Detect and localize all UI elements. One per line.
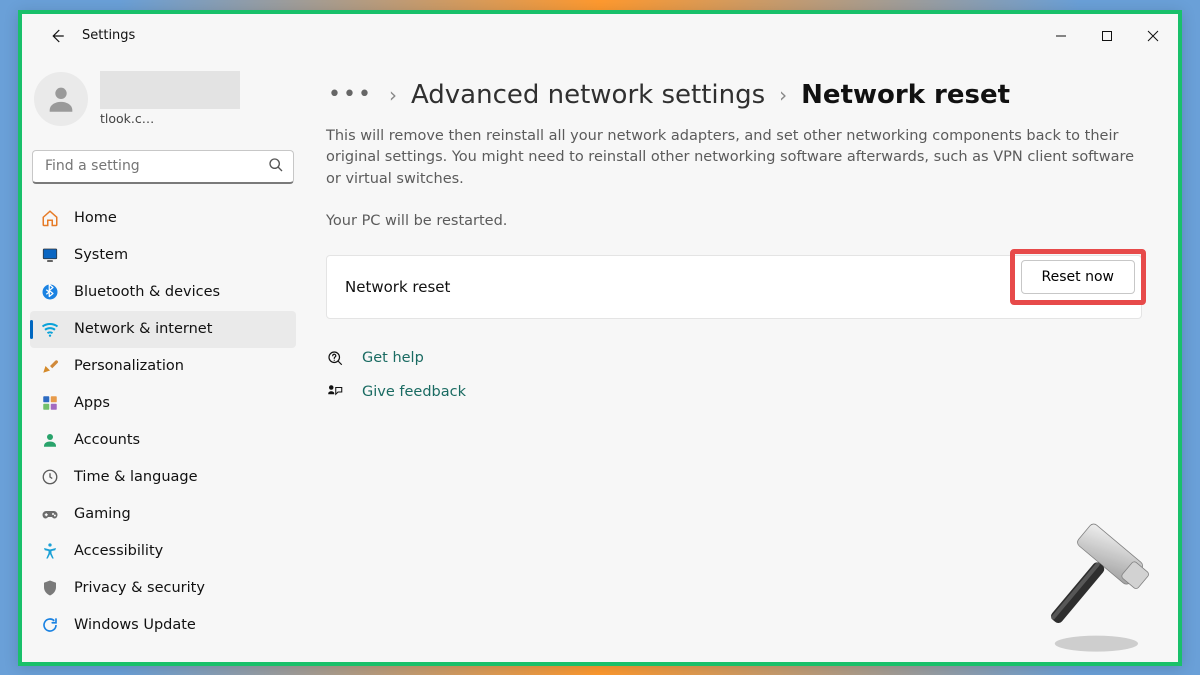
- close-icon: [1147, 30, 1159, 42]
- breadcrumb-current: Network reset: [801, 80, 1010, 110]
- breadcrumb-item-previous[interactable]: Advanced network settings: [411, 80, 765, 110]
- sidebar-item-label: Accounts: [74, 432, 140, 448]
- sidebar-item-label: Time & language: [74, 469, 198, 485]
- chevron-right-icon: ›: [389, 83, 397, 107]
- maximize-button[interactable]: [1084, 21, 1130, 51]
- window-title: Settings: [82, 28, 135, 43]
- windows-update-icon: [40, 615, 60, 635]
- wifi-icon: [40, 319, 60, 339]
- sidebar-nav: Home System Bluetooth & devices Network & i…: [30, 200, 296, 644]
- apps-icon: [40, 393, 60, 413]
- search-wrap: [32, 150, 294, 184]
- sidebar-item-accounts[interactable]: Accounts: [30, 422, 296, 459]
- get-help-link[interactable]: Get help: [362, 350, 424, 366]
- description-text: This will remove then reinstall all your…: [326, 126, 1142, 191]
- profile-name-redacted: [100, 71, 240, 109]
- gaming-icon: [40, 504, 60, 524]
- sidebar-item-label: Accessibility: [74, 543, 163, 559]
- person-icon: [44, 82, 78, 116]
- sidebar-item-apps[interactable]: Apps: [30, 385, 296, 422]
- feedback-icon: [326, 383, 344, 401]
- back-button[interactable]: [46, 25, 68, 47]
- accessibility-icon: [40, 541, 60, 561]
- sidebar-item-personalization[interactable]: Personalization: [30, 348, 296, 385]
- sidebar-item-label: Personalization: [74, 358, 184, 374]
- avatar: [34, 72, 88, 126]
- personalization-icon: [40, 356, 60, 376]
- sidebar-item-bluetooth-devices[interactable]: Bluetooth & devices: [30, 274, 296, 311]
- sidebar-item-privacy-security[interactable]: Privacy & security: [30, 570, 296, 607]
- sidebar-item-label: Network & internet: [74, 321, 212, 337]
- profile-email: tlook.c…: [100, 111, 240, 126]
- profile-block[interactable]: tlook.c…: [30, 66, 296, 144]
- time-language-icon: [40, 467, 60, 487]
- reset-button-highlight: Reset now: [1010, 249, 1146, 305]
- chevron-right-icon: ›: [779, 83, 787, 107]
- sidebar-item-label: System: [74, 247, 128, 263]
- privacy-icon: [40, 578, 60, 598]
- maximize-icon: [1101, 30, 1113, 42]
- system-icon: [40, 245, 60, 265]
- card-title: Network reset: [345, 278, 450, 296]
- back-arrow-icon: [48, 27, 66, 45]
- home-icon: [40, 208, 60, 228]
- restart-note: Your PC will be restarted.: [326, 211, 1142, 233]
- sidebar-item-label: Home: [74, 210, 117, 226]
- breadcrumb-more-button[interactable]: •••: [326, 82, 375, 107]
- page-description: This will remove then reinstall all your…: [326, 126, 1142, 233]
- sidebar-item-label: Privacy & security: [74, 580, 205, 596]
- give-feedback-link[interactable]: Give feedback: [362, 384, 466, 400]
- sidebar-item-windows-update[interactable]: Windows Update: [30, 607, 296, 644]
- settings-window: Settings tlook.c…: [18, 10, 1182, 666]
- minimize-icon: [1055, 30, 1067, 42]
- sidebar-item-network-internet[interactable]: Network & internet: [30, 311, 296, 348]
- close-button[interactable]: [1130, 21, 1176, 51]
- reset-now-button[interactable]: Reset now: [1021, 260, 1135, 294]
- bluetooth-icon: [40, 282, 60, 302]
- sidebar-item-label: Windows Update: [74, 617, 196, 633]
- feedback-link-row: Give feedback: [326, 383, 1142, 401]
- titlebar: Settings: [22, 14, 1178, 58]
- sidebar-item-home[interactable]: Home: [30, 200, 296, 237]
- support-links: Get help Give feedback: [326, 349, 1142, 401]
- sidebar-item-accessibility[interactable]: Accessibility: [30, 533, 296, 570]
- search-input[interactable]: [32, 150, 294, 184]
- help-link-row: Get help: [326, 349, 1142, 367]
- sidebar-item-label: Gaming: [74, 506, 131, 522]
- sidebar-item-label: Apps: [74, 395, 110, 411]
- sidebar-item-system[interactable]: System: [30, 237, 296, 274]
- sidebar: tlook.c… Home System Bluetooth & devices Ne…: [22, 58, 304, 662]
- sidebar-item-time-language[interactable]: Time & language: [30, 459, 296, 496]
- accounts-icon: [40, 430, 60, 450]
- sidebar-item-label: Bluetooth & devices: [74, 284, 220, 300]
- help-icon: [326, 349, 344, 367]
- network-reset-card-wrap: Network reset Reset now: [326, 255, 1142, 319]
- sidebar-item-gaming[interactable]: Gaming: [30, 496, 296, 533]
- main-content: ••• › Advanced network settings › Networ…: [304, 58, 1178, 662]
- minimize-button[interactable]: [1038, 21, 1084, 51]
- breadcrumb: ••• › Advanced network settings › Networ…: [326, 80, 1142, 110]
